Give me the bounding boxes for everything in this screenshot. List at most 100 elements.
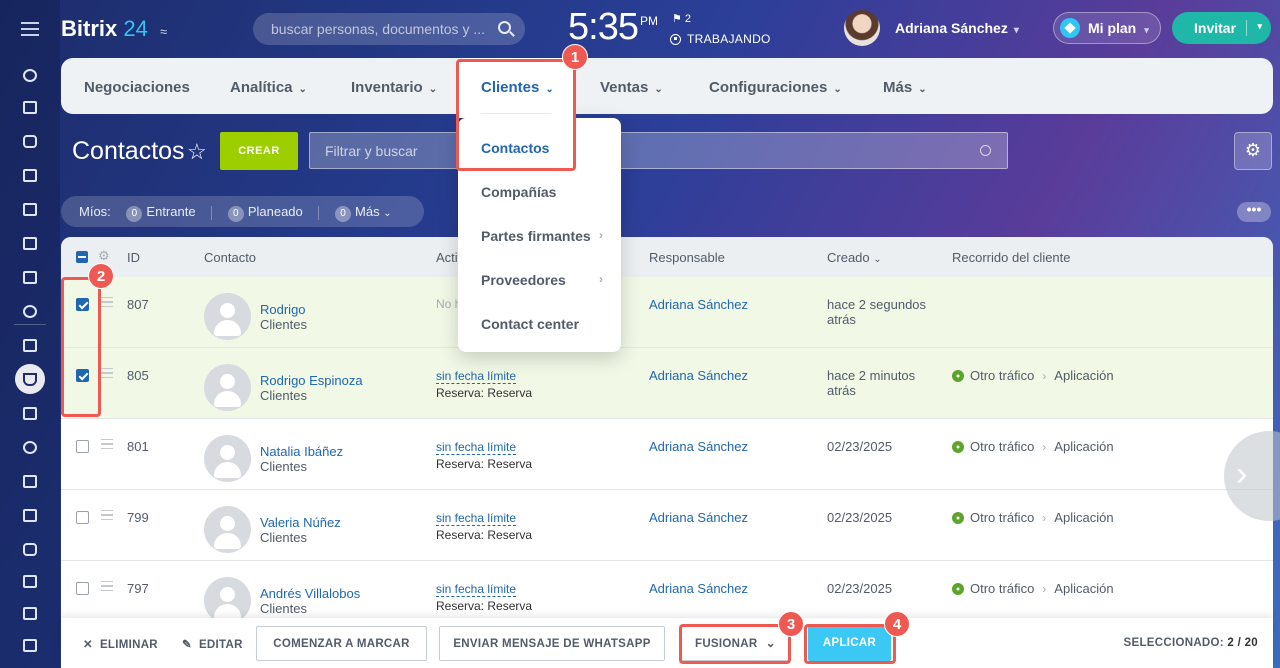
- tab-inventario[interactable]: Inventario ⌄: [351, 79, 437, 96]
- user-avatar[interactable]: [844, 10, 880, 46]
- contact-name-link[interactable]: Rodrigo: [260, 302, 306, 317]
- robot-icon[interactable]: [15, 534, 45, 564]
- contact-name-link[interactable]: Valeria Núñez: [260, 515, 341, 530]
- chevron-down-icon[interactable]: ▾: [1257, 21, 1262, 32]
- clock-time: 5:35: [568, 6, 639, 48]
- responsible-link[interactable]: Adriana Sánchez: [649, 581, 748, 596]
- chat-icon[interactable]: [15, 126, 45, 156]
- contact-name-link[interactable]: Natalia Ibáñez: [260, 444, 343, 459]
- tab-configuraciones[interactable]: Configuraciones ⌄: [709, 79, 842, 96]
- menu-item-companias[interactable]: Compañías: [481, 184, 556, 200]
- clock[interactable]: 5:35 PM: [568, 6, 658, 49]
- sliders-icon[interactable]: [15, 598, 45, 628]
- drive-icon[interactable]: [15, 228, 45, 258]
- clock-ampm: PM: [639, 14, 658, 28]
- search-icon[interactable]: [498, 21, 511, 34]
- checklist-icon[interactable]: [15, 330, 45, 360]
- col-id[interactable]: ID: [127, 250, 140, 265]
- groups-icon[interactable]: [15, 296, 45, 326]
- tab-negociaciones[interactable]: Negociaciones: [84, 79, 190, 96]
- counter-mas[interactable]: 0 Más ⌄: [323, 204, 392, 222]
- star-icon[interactable]: ☆: [187, 139, 207, 165]
- activity-deadline-link[interactable]: sin fecha límite: [436, 512, 517, 526]
- automation-icon[interactable]: [15, 566, 45, 596]
- flag-counter[interactable]: ⚑ 2: [672, 12, 691, 25]
- select-all-checkbox[interactable]: [76, 251, 88, 263]
- plan-button[interactable]: Mi plan ▾: [1053, 12, 1161, 44]
- activity-note: Reserva: Reserva: [436, 386, 533, 400]
- crm-funnel-icon[interactable]: [15, 364, 45, 394]
- documents-icon[interactable]: [15, 194, 45, 224]
- activity-deadline-link[interactable]: sin fecha límite: [436, 370, 517, 384]
- create-button[interactable]: CREAR: [220, 132, 298, 170]
- chevron-down-icon: ⌄: [833, 84, 842, 95]
- drag-handle-icon[interactable]: [101, 297, 113, 307]
- chevron-down-icon: ⌄: [873, 254, 882, 265]
- row-checkbox[interactable]: [76, 511, 89, 524]
- table-row[interactable]: 801 Natalia Ibáñez Clientes sin fecha lí…: [61, 419, 1273, 490]
- start-calling-button[interactable]: COMENZAR A MARCAR: [256, 626, 427, 661]
- col-contacto[interactable]: Contacto: [204, 250, 256, 265]
- activity-deadline-link[interactable]: sin fecha límite: [436, 441, 517, 455]
- tab-ventas[interactable]: Ventas ⌄: [600, 79, 663, 96]
- chevron-right-icon: ›: [1042, 581, 1047, 596]
- analytics-icon[interactable]: [15, 630, 45, 660]
- responsible-link[interactable]: Adriana Sánchez: [649, 439, 748, 454]
- col-creado[interactable]: Creado ⌄: [827, 250, 882, 265]
- drag-handle-icon[interactable]: [101, 581, 113, 591]
- cart-icon[interactable]: [15, 466, 45, 496]
- menu-item-contact-center[interactable]: Contact center: [481, 316, 579, 332]
- col-recorrido[interactable]: Recorrido del cliente: [952, 250, 1071, 265]
- row-checkbox[interactable]: [76, 582, 89, 595]
- feed-icon[interactable]: [15, 60, 45, 90]
- drag-handle-icon[interactable]: [101, 439, 113, 449]
- tab-analitica[interactable]: Analítica ⌄: [230, 79, 307, 96]
- drag-handle-icon[interactable]: [101, 510, 113, 520]
- delete-button[interactable]: ✕ ELIMINAR: [83, 637, 158, 651]
- tasks-icon[interactable]: [15, 92, 45, 122]
- contact-name-link[interactable]: Andrés Villalobos: [260, 586, 360, 601]
- responsible-link[interactable]: Adriana Sánchez: [649, 297, 748, 312]
- user-menu[interactable]: Adriana Sánchez ▾: [895, 20, 1019, 36]
- search-icon[interactable]: [980, 145, 991, 156]
- filter-search-input[interactable]: Filtrar y buscar: [309, 132, 1008, 169]
- menu-item-partes-firmantes[interactable]: Partes firmantes ›: [481, 228, 603, 244]
- tab-label: Ventas: [600, 79, 649, 96]
- col-responsable[interactable]: Responsable: [649, 250, 725, 265]
- drag-handle-icon[interactable]: [101, 368, 113, 378]
- counter-entrante[interactable]: 0 Entrante: [114, 204, 196, 222]
- whatsapp-message-button[interactable]: ENVIAR MENSAJE DE WHATSAPP: [439, 626, 665, 661]
- brand-logo[interactable]: Bitrix 24 ≈: [61, 16, 167, 42]
- responsible-link[interactable]: Adriana Sánchez: [649, 510, 748, 525]
- more-options-button[interactable]: •••: [1237, 202, 1271, 222]
- edit-button[interactable]: ✎ EDITAR: [182, 637, 243, 651]
- contact-type: Clientes: [260, 317, 307, 332]
- contact-card-icon[interactable]: [15, 500, 45, 530]
- selected-label: SELECCIONADO:: [1123, 637, 1224, 649]
- table-row[interactable]: 807 Rodrigo Clientes No hay actividades …: [61, 277, 1273, 348]
- calendar-icon[interactable]: [15, 160, 45, 190]
- customer-journey: Otro tráfico › Aplicación: [952, 439, 1114, 454]
- menu-item-proveedores[interactable]: Proveedores ›: [481, 272, 603, 288]
- invite-button[interactable]: Invitar ▾: [1172, 12, 1271, 44]
- menu-icon[interactable]: [21, 22, 39, 36]
- column-settings-gear-icon[interactable]: ⚙: [98, 248, 110, 264]
- tab-mas[interactable]: Más ⌄: [883, 79, 927, 96]
- responsible-link[interactable]: Adriana Sánchez: [649, 368, 748, 383]
- global-search-input[interactable]: buscar personas, documentos y ...: [253, 13, 525, 45]
- mail-icon[interactable]: [15, 262, 45, 292]
- counter-planeado[interactable]: 0 Planeado: [216, 204, 303, 222]
- row-checkbox[interactable]: [76, 440, 89, 453]
- tab-label: Analítica: [230, 79, 293, 96]
- target-icon[interactable]: [15, 432, 45, 462]
- work-status[interactable]: TRABAJANDO: [670, 32, 771, 46]
- counters-label: Míos:: [79, 204, 111, 219]
- activity-deadline-link[interactable]: sin fecha límite: [436, 583, 517, 597]
- booking-icon[interactable]: [15, 398, 45, 428]
- col-creado-label: Creado: [827, 250, 870, 265]
- switch-icon[interactable]: ≈: [160, 24, 167, 39]
- settings-gear-button[interactable]: ⚙: [1234, 132, 1272, 170]
- table-row[interactable]: 805 Rodrigo Espinoza Clientes sin fecha …: [61, 348, 1273, 419]
- contact-name-link[interactable]: Rodrigo Espinoza: [260, 373, 363, 388]
- table-row[interactable]: 799 Valeria Núñez Clientes sin fecha lím…: [61, 490, 1273, 561]
